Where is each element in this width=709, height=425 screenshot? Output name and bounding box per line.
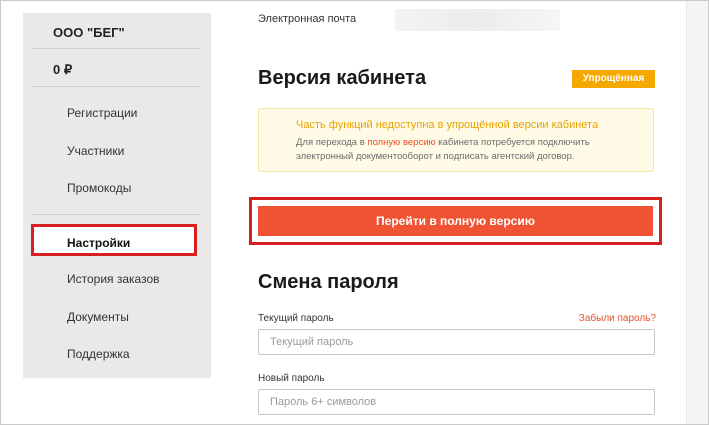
sidebar: ООО "БЕГ" 0 ₽ Регистрации Участники Пром…	[23, 13, 211, 378]
notice-text-before: Для перехода в	[296, 137, 368, 148]
sidebar-item-settings[interactable]: Настройки	[31, 224, 197, 256]
cabinet-version-title: Версия кабинета	[258, 67, 427, 89]
change-password-title: Смена пароля	[258, 271, 399, 293]
notice-title: Часть функций недоступна в упрощённой ве…	[296, 119, 599, 131]
company-name: ООО "БЕГ"	[53, 25, 125, 40]
sidebar-item-promocodes[interactable]: Промокоды	[67, 180, 131, 196]
full-version-link[interactable]: полную версию	[367, 137, 435, 148]
sidebar-item-order-history[interactable]: История заказов	[67, 271, 160, 287]
sidebar-divider	[32, 86, 201, 87]
current-password-label: Текущий пароль	[258, 313, 334, 324]
app-window: ООО "БЕГ" 0 ₽ Регистрации Участники Пром…	[0, 0, 709, 425]
current-password-input[interactable]	[258, 329, 655, 355]
scrollbar[interactable]	[686, 1, 708, 424]
sidebar-item-participants[interactable]: Участники	[67, 143, 124, 159]
new-password-label: Новый пароль	[258, 373, 325, 384]
switch-to-full-version-button[interactable]: Перейти в полную версию	[258, 206, 653, 236]
email-value-redacted	[395, 9, 560, 31]
limited-version-notice: Часть функций недоступна в упрощённой ве…	[258, 108, 654, 172]
sidebar-item-support[interactable]: Поддержка	[67, 346, 130, 362]
new-password-input[interactable]	[258, 389, 655, 415]
cta-highlight: Перейти в полную версию	[249, 197, 662, 245]
notice-text: Для перехода в полную версию кабинета по…	[296, 136, 643, 164]
account-balance: 0 ₽	[53, 62, 73, 77]
version-badge: Упрощённая	[572, 70, 655, 88]
main-content: Электронная почта Версия кабинета Упрощё…	[223, 1, 688, 424]
forgot-password-link[interactable]: Забыли пароль?	[572, 313, 656, 324]
sidebar-item-registrations[interactable]: Регистрации	[67, 105, 137, 121]
email-label: Электронная почта	[258, 13, 357, 25]
sidebar-divider	[32, 48, 201, 49]
sidebar-divider	[32, 214, 201, 215]
sidebar-item-documents[interactable]: Документы	[67, 309, 129, 325]
